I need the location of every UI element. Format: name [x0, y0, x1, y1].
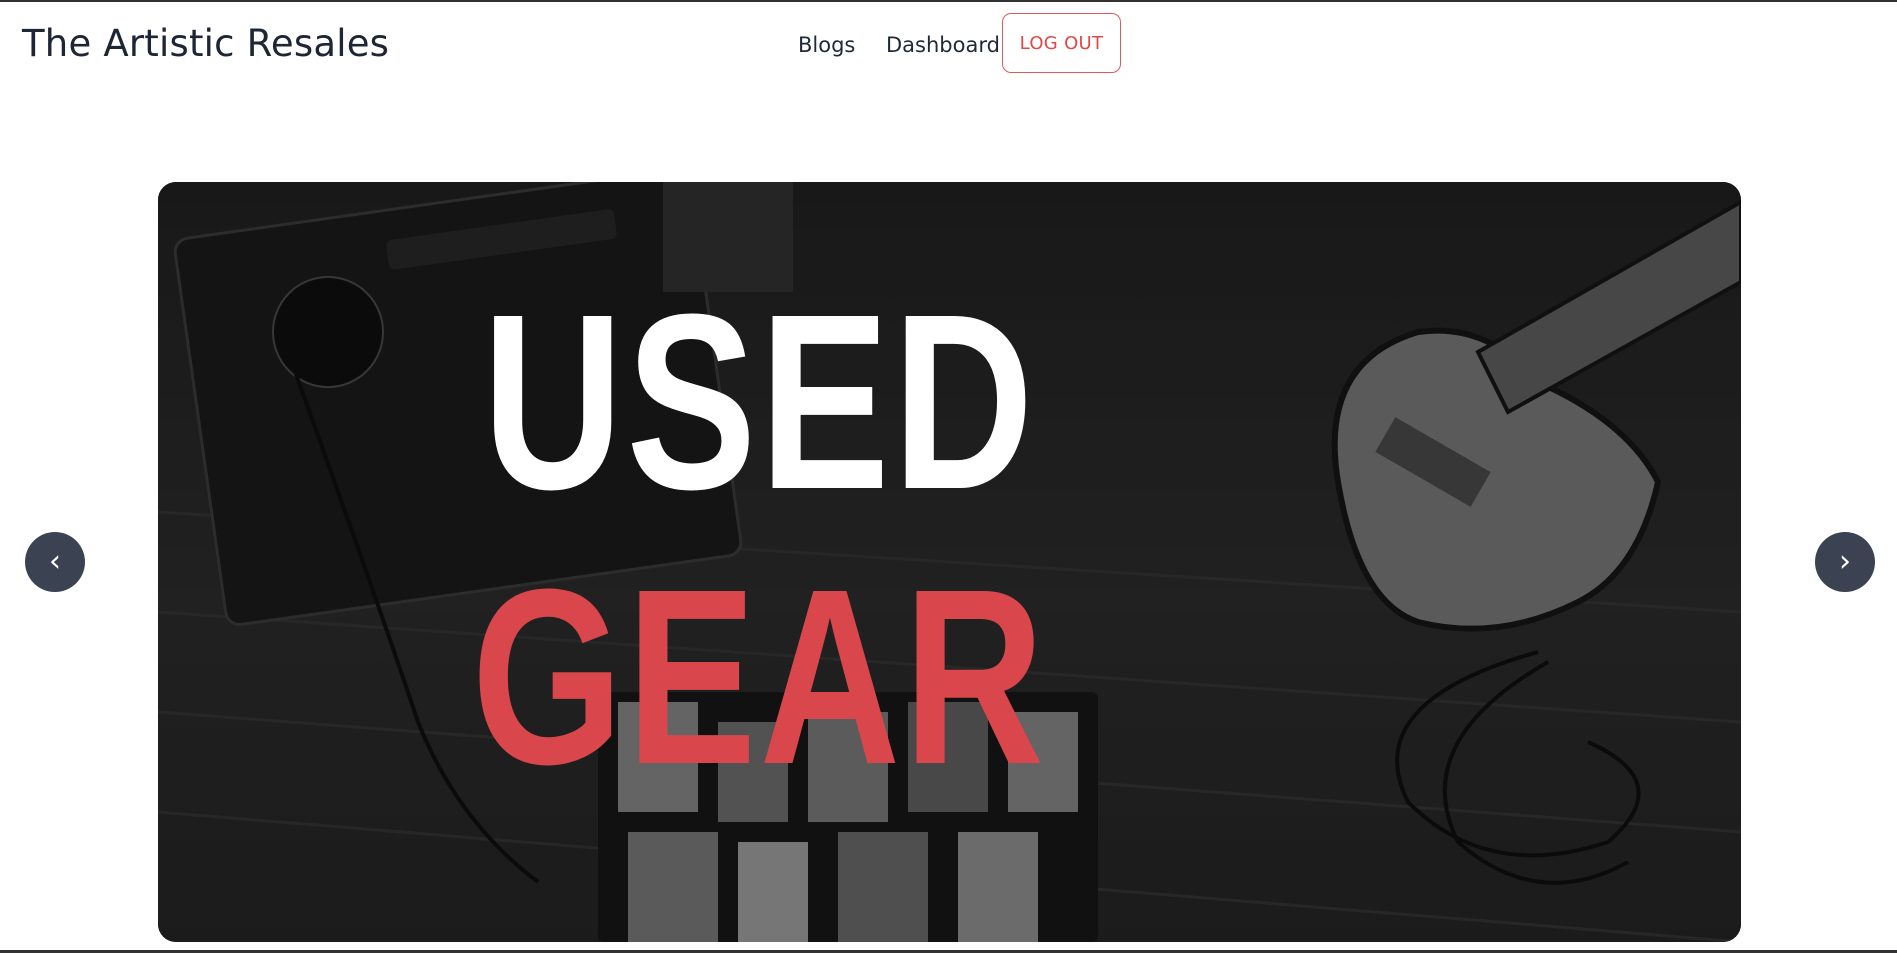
navbar: The Artistic Resales Blogs Dashboard LOG…: [0, 2, 1897, 84]
slide-headline-used: USED: [482, 262, 1037, 541]
logout-button[interactable]: LOG OUT: [1002, 13, 1121, 73]
chevron-right-icon: ›: [1839, 544, 1851, 579]
nav-link-dashboard[interactable]: Dashboard: [886, 33, 1000, 57]
nav-link-blogs[interactable]: Blogs: [798, 33, 855, 57]
slide-headline-gear: GEAR: [471, 537, 1048, 816]
carousel-next-button[interactable]: ›: [1815, 532, 1875, 592]
carousel-slide-image: USED GEAR: [158, 182, 1741, 942]
hero-carousel: USED GEAR ‹ ›: [0, 180, 1897, 942]
chevron-left-icon: ‹: [49, 544, 61, 579]
brand-logo-text[interactable]: The Artistic Resales: [22, 22, 389, 65]
carousel-prev-button[interactable]: ‹: [25, 532, 85, 592]
